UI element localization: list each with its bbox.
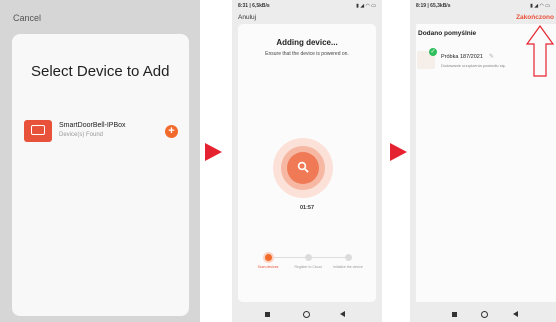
recent-apps-icon[interactable] <box>452 312 457 317</box>
back-icon[interactable] <box>340 311 345 317</box>
cancel-button[interactable]: Cancel <box>13 13 41 23</box>
screen-adding-device: 8:31 | 6,5kB/s ▮ ◢ ◠ ▭ Anuluj Adding dev… <box>232 0 382 322</box>
recent-apps-icon[interactable] <box>265 312 270 317</box>
screen-added-successfully: 8:19 | 65,3kB/s ▮ ◢ ◠ ▭ Zakończono Dodan… <box>410 0 556 322</box>
success-message: Dodawanie urządzenia powiodło się. <box>441 63 506 68</box>
home-icon[interactable] <box>481 311 488 318</box>
add-device-button[interactable]: + <box>165 125 178 138</box>
status-bar-time: 8:31 | 6,5kB/s <box>238 3 270 9</box>
step-indicator-active <box>265 254 272 261</box>
edit-pencil-icon[interactable]: ✎ <box>489 53 494 60</box>
step-indicator <box>345 254 352 261</box>
flow-arrow-icon <box>390 143 407 161</box>
device-name: Próbka 187/2021 <box>441 54 483 60</box>
success-check-icon: ✓ <box>429 48 437 56</box>
adding-device-card: Adding device... Ensure that the device … <box>238 24 376 302</box>
status-bar-icons: ▮ ◢ ◠ ▭ <box>356 3 376 9</box>
status-bar-time: 8:19 | 65,3kB/s <box>416 3 451 9</box>
step-label-initialize: Initialize the device <box>333 265 363 269</box>
section-title: Dodano pomyślnie <box>418 30 477 37</box>
status-bar-icons: ▮ ◢ ◠ ▭ <box>530 3 550 9</box>
select-device-card: Select Device to Add SmartDoorBell-IPBox… <box>12 34 189 316</box>
step-label-scan: Scan devices <box>257 265 279 269</box>
page-subtitle: Ensure that the device is powered on. <box>265 51 349 57</box>
search-icon <box>297 161 309 173</box>
android-nav-bar <box>232 306 382 322</box>
step-label-register: Register to Cloud <box>294 265 322 269</box>
device-found-label: Device(s) Found <box>59 132 104 138</box>
flow-arrow-icon <box>205 143 222 161</box>
cancel-button[interactable]: Anuluj <box>238 14 256 21</box>
device-name: SmartDoorBell-IPBox <box>59 122 126 129</box>
up-arrow-annotation-icon <box>526 25 554 77</box>
android-nav-bar <box>410 306 556 322</box>
back-icon[interactable] <box>513 311 518 317</box>
countdown-timer: 01:57 <box>299 205 315 211</box>
home-icon[interactable] <box>303 311 310 318</box>
device-thumbnail-icon <box>24 120 52 142</box>
page-title: Adding device... <box>276 38 338 47</box>
done-button[interactable]: Zakończono <box>516 14 554 21</box>
page-title: Select Device to Add <box>31 63 170 80</box>
screen-select-device: Cancel Select Device to Add SmartDoorBel… <box>0 0 200 322</box>
step-indicator <box>305 254 312 261</box>
